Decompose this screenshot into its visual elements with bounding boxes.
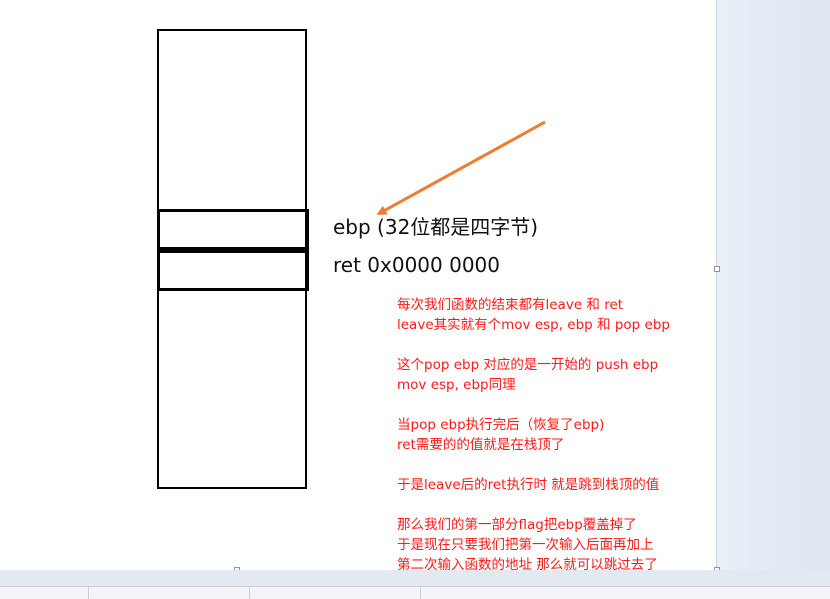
- status-cell: [250, 587, 421, 599]
- workspace-gutter: [716, 0, 830, 570]
- explanation-text: 每次我们函数的结束都有leave 和 ret leave其实就有个mov esp,…: [397, 295, 715, 570]
- note-line: leave其实就有个mov esp, ebp 和 pop ebp: [397, 317, 670, 333]
- note-line: 那么我们的第一部分flag把ebp覆盖掉了: [397, 517, 637, 533]
- status-area: [0, 570, 830, 586]
- note-line: 于是现在只要我们把第一次输入后面再加上: [397, 537, 654, 553]
- status-cell: [89, 587, 250, 599]
- note-line: 于是leave后的ret执行时 就是跳到栈顶的值: [397, 477, 660, 493]
- slide-canvas[interactable]: ebp (32位都是四字节) ret 0x0000 0000 每次我们函数的结束…: [0, 0, 716, 570]
- resize-handle-right[interactable]: [714, 266, 720, 272]
- note-line: 每次我们函数的结束都有leave 和 ret: [397, 297, 624, 313]
- status-bar: [0, 586, 830, 599]
- ebp-label: ebp (32位都是四字节): [333, 215, 539, 239]
- note-line: mov esp, ebp同理: [397, 377, 516, 393]
- status-cell: [0, 587, 89, 599]
- note-line: 第二次输入函数的地址 那么就可以跳过去了: [397, 557, 658, 570]
- note-line: 这个pop ebp 对应的是一开始的 push ebp: [397, 357, 659, 373]
- ret-label: ret 0x0000 0000: [333, 253, 501, 277]
- note-line: 当pop ebp执行完后（恢复了ebp): [397, 417, 605, 433]
- note-line: ret需要的的值就是在栈顶了: [397, 437, 565, 453]
